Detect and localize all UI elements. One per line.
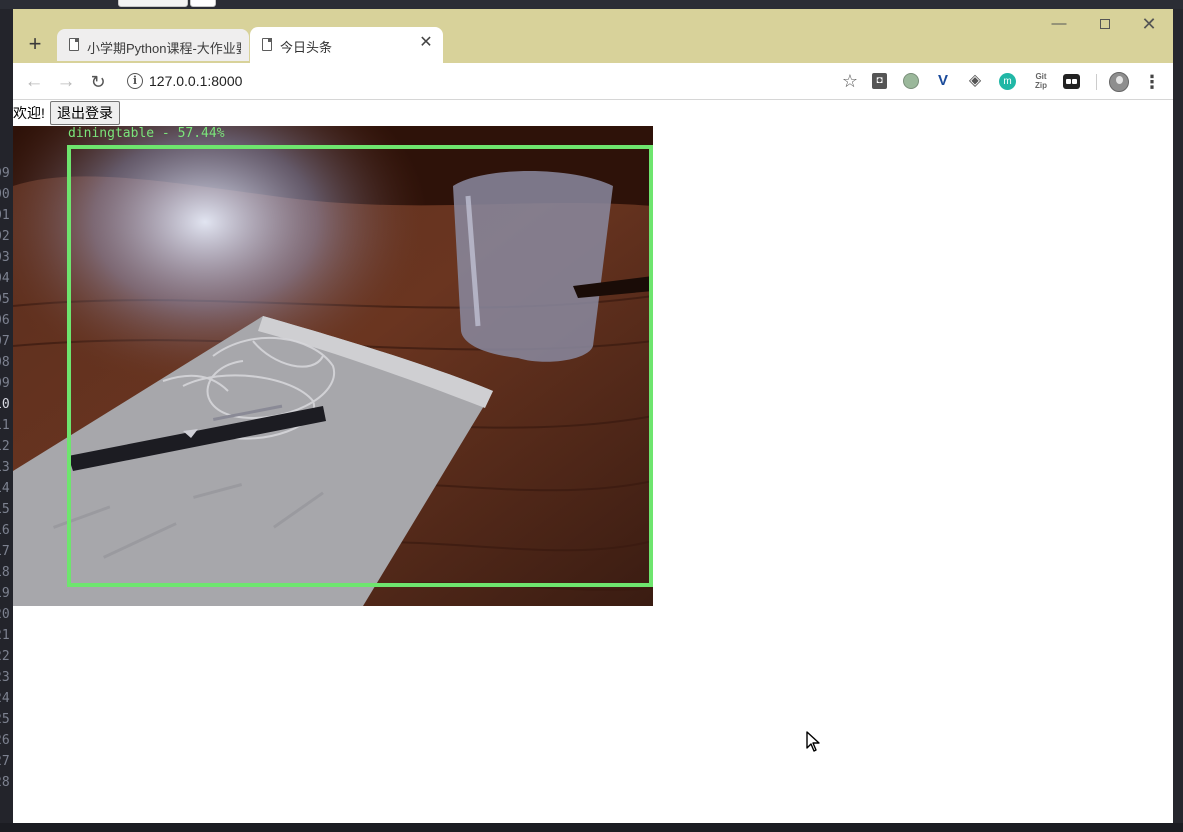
extension-dark-icon[interactable] <box>1063 74 1080 89</box>
extension-m-icon[interactable]: m <box>999 73 1016 90</box>
background-tab <box>190 0 216 7</box>
maximize-icon <box>1100 19 1110 30</box>
back-button[interactable]: ← <box>23 71 45 93</box>
close-window-button[interactable]: ✕ <box>1129 13 1169 35</box>
detection-label: diningtable - 57.44% <box>68 126 225 141</box>
maximize-button[interactable] <box>1085 13 1125 35</box>
line-number: 27 <box>0 754 10 769</box>
extension-circle-icon[interactable] <box>903 73 919 89</box>
line-number: 16 <box>0 523 10 538</box>
line-number: 03 <box>0 250 10 265</box>
tab-title: 小学期Python课程-大作业要 <box>87 41 241 56</box>
reload-button[interactable]: ↻ <box>87 71 109 93</box>
browser-toolbar: ← → ↻ i 127.0.0.1:8000 ☆ ◘ V ◈ m Git Zip… <box>13 63 1173 100</box>
site-info-icon[interactable]: i <box>127 73 143 89</box>
background-editor-top <box>0 0 1183 9</box>
line-number: 01 <box>0 208 10 223</box>
line-number: 20 <box>0 607 10 622</box>
gitzip-line2: Zip <box>1035 81 1047 90</box>
background-tab <box>118 0 188 7</box>
line-number: 13 <box>0 460 10 475</box>
tab-toutiao[interactable]: 今日头条 ✕ <box>250 27 443 63</box>
mouse-cursor-icon <box>806 731 820 752</box>
background-editor-right <box>1173 9 1183 832</box>
line-number: 06 <box>0 313 10 328</box>
background-editor-gutter: 99 00 01 02 03 04 05 06 07 08 09 10 11 12 13 14 15 16 17 18… <box>0 9 13 832</box>
line-number: 17 <box>0 544 10 559</box>
line-number: 08 <box>0 355 10 370</box>
line-number: 04 <box>0 271 10 286</box>
extension-gitzip-icon[interactable]: Git Zip <box>1031 72 1051 90</box>
new-tab-button[interactable]: + <box>23 32 47 56</box>
line-number: 10 <box>0 397 10 412</box>
logout-button[interactable]: 退出登录 <box>50 101 120 125</box>
line-number: 00 <box>0 187 10 202</box>
line-number: 14 <box>0 481 10 496</box>
line-number: 21 <box>0 628 10 643</box>
line-number: 09 <box>0 376 10 391</box>
minimize-button[interactable]: — <box>1039 13 1079 35</box>
line-number: 99 <box>0 166 10 181</box>
toolbar-separator <box>1096 74 1097 90</box>
tab-python-course[interactable]: 小学期Python课程-大作业要 <box>57 29 249 61</box>
detection-image: diningtable - 57.44% <box>13 126 653 606</box>
document-icon <box>262 38 272 51</box>
gitzip-line1: Git <box>1035 72 1047 81</box>
line-number: 18 <box>0 565 10 580</box>
extension-v-icon[interactable]: V <box>934 72 952 90</box>
welcome-text: 欢迎! <box>13 105 45 121</box>
line-number: 26 <box>0 733 10 748</box>
extension-target-icon[interactable]: ◈ <box>966 72 984 90</box>
tab-close-icon[interactable]: ✕ <box>418 35 434 51</box>
line-number: 19 <box>0 586 10 601</box>
profile-avatar[interactable] <box>1109 72 1129 92</box>
extension-shield-icon[interactable]: ◘ <box>872 73 887 89</box>
bookmark-star-icon[interactable]: ☆ <box>841 72 859 90</box>
line-number: 15 <box>0 502 10 517</box>
forward-button[interactable]: → <box>55 71 77 93</box>
document-icon <box>69 38 79 51</box>
browser-window: + 小学期Python课程-大作业要 今日头条 ✕ — ✕ ← → ↻ i 12… <box>13 9 1173 823</box>
page-content: 欢迎! 退出登录 diningtable - 57.44% <box>13 100 1173 823</box>
line-number: 07 <box>0 334 10 349</box>
line-number: 05 <box>0 292 10 307</box>
line-number: 28 <box>0 775 10 790</box>
line-number: 23 <box>0 670 10 685</box>
line-number: 25 <box>0 712 10 727</box>
detection-bounding-box <box>67 145 653 587</box>
background-editor-bottom <box>0 823 1183 832</box>
line-number: 11 <box>0 418 10 433</box>
title-bar: + 小学期Python课程-大作业要 今日头条 ✕ — ✕ <box>13 9 1173 63</box>
line-number: 12 <box>0 439 10 454</box>
line-number: 02 <box>0 229 10 244</box>
line-number: 24 <box>0 691 10 706</box>
browser-menu-icon[interactable]: ⋮ <box>1143 71 1161 93</box>
tab-title: 今日头条 <box>280 40 333 55</box>
address-bar[interactable]: 127.0.0.1:8000 <box>149 72 242 90</box>
line-number: 22 <box>0 649 10 664</box>
